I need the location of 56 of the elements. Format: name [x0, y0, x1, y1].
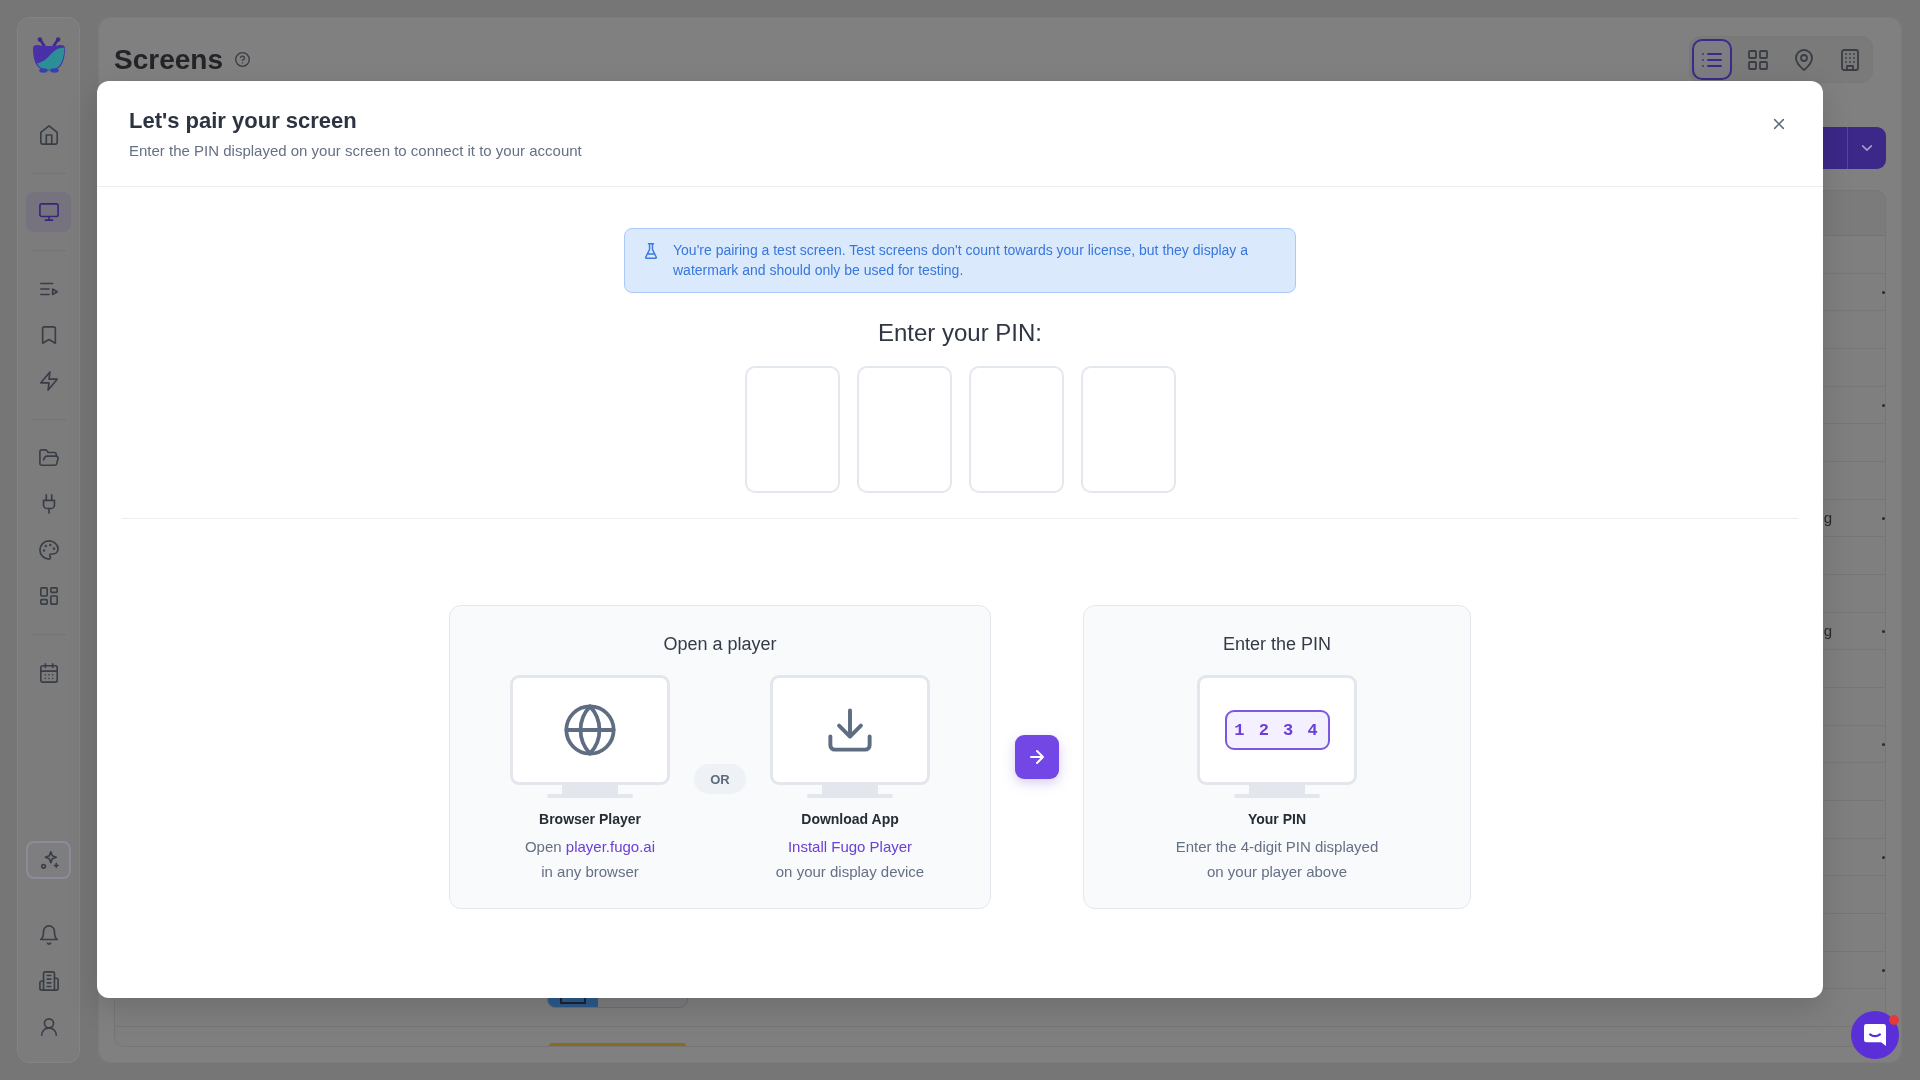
sparkles-button[interactable] — [26, 841, 71, 879]
flask-icon — [643, 243, 659, 259]
notification-dot-icon — [1889, 1015, 1899, 1025]
pin-example: 1 2 3 4 — [1224, 710, 1330, 750]
page-title: Screens — [114, 42, 223, 77]
dot-icon — [1882, 403, 1885, 407]
user-icon — [38, 1017, 59, 1037]
dot-icon — [1882, 516, 1885, 520]
pin-input[interactable] — [1080, 366, 1176, 493]
folder-icon — [38, 448, 59, 468]
building-icon — [38, 971, 59, 991]
dot-icon — [1882, 742, 1885, 746]
option-label: Download App — [801, 810, 899, 829]
calendar-icon — [38, 663, 59, 683]
card-title: Enter the PIN — [1222, 633, 1332, 656]
help-icon — [234, 52, 250, 67]
map-pin-icon — [1793, 48, 1815, 71]
option-label: Browser Player — [539, 810, 641, 829]
monitor-icon — [38, 202, 59, 222]
option-description: Install Fugo Player on your display device — [775, 837, 925, 882]
dot-icon — [1882, 855, 1885, 859]
grid-icon — [1747, 48, 1769, 71]
pin-input[interactable] — [856, 366, 952, 493]
home-icon — [38, 125, 59, 145]
pin-prompt: Enter your PIN: — [877, 318, 1043, 348]
lightning-icon — [38, 371, 59, 391]
option-description: Open player.fugo.ai in any browser — [524, 837, 656, 882]
globe-icon — [564, 704, 616, 756]
dialog-subtitle: Enter the PIN displayed on your screen to connect it to your account — [129, 141, 582, 161]
dot-icon — [1882, 629, 1885, 633]
download-icon — [826, 706, 874, 754]
close-icon — [1771, 116, 1787, 132]
card-title: Open a player — [663, 633, 777, 656]
dashboard-icon — [38, 586, 59, 606]
cell-text: g — [1823, 509, 1832, 527]
chat-icon — [1864, 1024, 1886, 1046]
nav-button[interactable] — [26, 192, 71, 232]
option-description: Enter the 4-digit PIN displayed on your player above — [1175, 837, 1379, 882]
dot-icon — [1882, 290, 1885, 294]
text-link[interactable]: player.fugo.ai — [565, 838, 656, 855]
pin-input[interactable] — [968, 366, 1064, 493]
cell-text: g — [1823, 622, 1832, 640]
office-building-icon — [1839, 48, 1861, 71]
dialog-title: Let's pair your screen — [129, 107, 358, 135]
text-link[interactable]: Install Fugo Player — [787, 838, 913, 855]
option-label: Your PIN — [1247, 810, 1307, 829]
dot-icon — [1882, 968, 1885, 972]
arrow-right-icon — [1015, 735, 1059, 779]
info-text: You're pairing a test screen. Test screens don't count towards your license, but they display a watermark and should only be used for testing. — [673, 241, 1249, 280]
pin-input[interactable] — [744, 366, 840, 493]
logo-icon — [30, 37, 67, 73]
palette-icon — [38, 540, 59, 560]
or-separator: OR — [694, 764, 746, 794]
sparkles-icon — [38, 850, 59, 870]
bell-icon — [38, 925, 59, 945]
view-button[interactable] — [1692, 39, 1732, 80]
